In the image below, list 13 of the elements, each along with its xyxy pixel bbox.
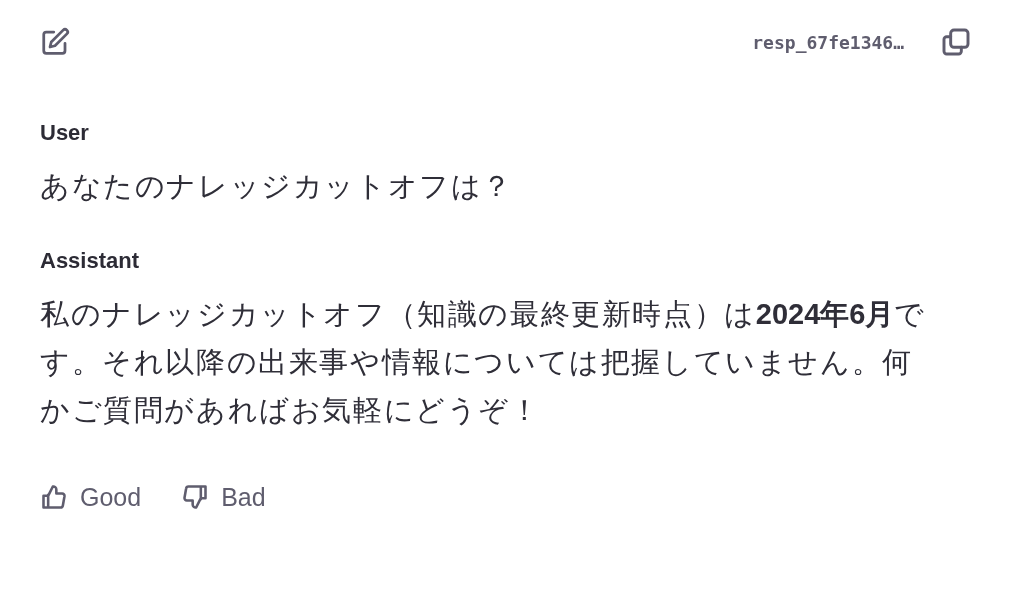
good-button[interactable]: Good xyxy=(40,482,142,512)
copy-icon xyxy=(940,26,972,58)
bad-button[interactable]: Bad xyxy=(181,482,266,512)
edit-icon xyxy=(40,27,70,57)
edit-button[interactable] xyxy=(40,27,70,57)
message-role: User xyxy=(40,120,90,146)
message-text: あなたのナレッジカットオフは？ xyxy=(40,169,514,204)
message-text: 私のナレッジカットオフ（知識の最終更新時点）は2024年6月です。それ以降の出来事や情報については把握していません。何かご質問があればお気軽にどうぞ！ xyxy=(40,297,928,428)
message-role: Assistant xyxy=(40,248,141,274)
copy-button[interactable] xyxy=(940,26,972,58)
thumbs-up-icon xyxy=(40,482,68,512)
response-id: resp_67fe1346… xyxy=(752,31,904,53)
thumbs-down-icon xyxy=(181,482,210,512)
